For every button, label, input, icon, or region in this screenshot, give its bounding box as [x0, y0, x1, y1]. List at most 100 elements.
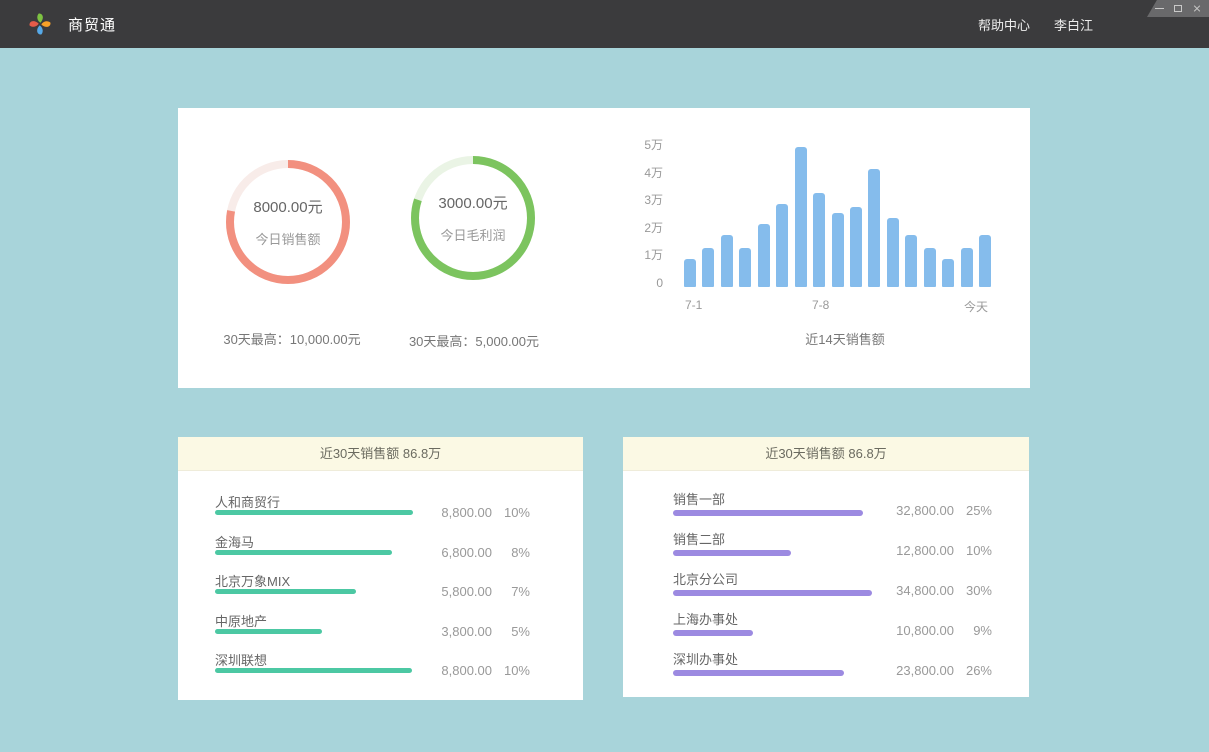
daily-sales-bar	[979, 235, 991, 287]
rank-amount: 10,800.00	[882, 623, 954, 638]
maximize-button[interactable]	[1173, 4, 1183, 14]
rank-row: 深圳联想 8,800.0010%	[178, 647, 583, 687]
rank-label: 深圳联想	[215, 650, 267, 669]
close-icon	[1193, 5, 1201, 13]
rank-bar	[673, 670, 844, 676]
daily-sales-bar	[739, 248, 751, 287]
rank-percent: 25%	[954, 503, 992, 518]
rank-percent: 7%	[492, 584, 530, 599]
customers-panel-title: 近30天销售额 86.8万	[178, 437, 583, 471]
rank-amount: 6,800.00	[420, 545, 492, 560]
rank-label: 销售二部	[673, 529, 725, 548]
rank-label: 北京万象MIX	[215, 571, 290, 590]
user-name[interactable]: 李白江	[1054, 15, 1093, 34]
rank-percent: 26%	[954, 663, 992, 678]
rank-amount: 23,800.00	[882, 663, 954, 678]
y-tick-label: 4万	[613, 166, 663, 180]
minimize-button[interactable]	[1154, 4, 1164, 14]
rank-bar	[215, 510, 413, 515]
bar-chart-title: 近14天销售额	[695, 329, 995, 348]
rank-values: 12,800.0010%	[882, 543, 992, 558]
rank-label: 销售一部	[673, 489, 725, 508]
rank-percent: 10%	[492, 663, 530, 678]
logo-petal	[37, 13, 43, 22]
customers-panel: 近30天销售额 86.8万 人和商贸行8,800.0010%金海马6,800.0…	[178, 437, 583, 700]
daily-sales-bar	[887, 218, 899, 287]
bar-chart-plot	[684, 139, 991, 287]
daily-sales-bar	[702, 248, 714, 287]
minimize-icon	[1155, 8, 1164, 9]
pinwheel-logo-icon	[26, 10, 54, 38]
today-profit-donut: 3000.00元 今日毛利润	[411, 156, 535, 280]
daily-sales-bar	[721, 235, 733, 287]
rank-row: 销售二部 12,800.0010%	[623, 526, 1029, 566]
app-title: 商贸通	[68, 14, 116, 35]
y-tick-label: 0	[613, 276, 663, 290]
today-sales-value: 8000.00元	[253, 196, 322, 217]
rank-row: 人和商贸行 8,800.0010%	[178, 489, 583, 529]
today-sales-caption: 今日销售额	[255, 229, 320, 248]
rank-bar	[215, 550, 392, 555]
rank-amount: 12,800.00	[882, 543, 954, 558]
help-center-link[interactable]: 帮助中心	[978, 15, 1030, 34]
rank-amount: 3,800.00	[420, 624, 492, 639]
departments-panel-title: 近30天销售额 86.8万	[623, 437, 1029, 471]
top-nav: 帮助中心 李白江	[978, 0, 1093, 48]
daily-sales-bar	[924, 248, 936, 287]
rank-values: 3,800.005%	[420, 624, 530, 639]
rank-bar	[215, 629, 322, 634]
rank-values: 10,800.009%	[882, 623, 992, 638]
rank-values: 23,800.0026%	[882, 663, 992, 678]
rank-row: 北京分公司 34,800.0030%	[623, 566, 1029, 606]
rank-amount: 34,800.00	[882, 583, 954, 598]
rank-bar	[215, 589, 356, 594]
departments-rank-list: 销售一部 32,800.0025% 销售二部 12,800.0010% 北京分公司 34,…	[623, 486, 1029, 686]
y-tick-label: 3万	[613, 193, 663, 207]
rank-amount: 8,800.00	[420, 663, 492, 678]
maximize-icon	[1174, 5, 1182, 12]
y-tick-label: 2万	[613, 221, 663, 235]
daily-sales-bar	[795, 147, 807, 287]
rank-amount: 32,800.00	[882, 503, 954, 518]
rank-percent: 8%	[492, 545, 530, 560]
rank-values: 34,800.0030%	[882, 583, 992, 598]
today-profit-caption: 今日毛利润	[440, 225, 505, 244]
rank-label: 深圳办事处	[673, 649, 738, 668]
rank-percent: 30%	[954, 583, 992, 598]
rank-label: 上海办事处	[673, 609, 738, 628]
daily-sales-bar	[832, 213, 844, 287]
close-button[interactable]	[1192, 4, 1202, 14]
x-tick-label: 今天	[964, 298, 988, 315]
rank-amount: 5,800.00	[420, 584, 492, 599]
today-sales-donut: 8000.00元 今日销售额	[226, 160, 350, 284]
rank-values: 5,800.007%	[420, 584, 530, 599]
rank-percent: 9%	[954, 623, 992, 638]
summary-panel: 8000.00元 今日销售额 30天最高：10,000.00元 3000.00元…	[178, 108, 1030, 388]
rank-row: 北京万象MIX 5,800.007%	[178, 568, 583, 608]
logo-petal	[41, 21, 50, 27]
today-profit-value: 3000.00元	[438, 192, 507, 213]
rank-label: 人和商贸行	[215, 492, 280, 511]
y-tick-label: 5万	[613, 138, 663, 152]
rank-amount: 8,800.00	[420, 505, 492, 520]
daily-sales-bar	[961, 248, 973, 287]
customers-rank-list: 人和商贸行8,800.0010%金海马6,800.008%北京万象MIX5,80…	[178, 489, 583, 687]
rank-label: 金海马	[215, 532, 254, 551]
logo-petal	[29, 21, 38, 27]
y-tick-label: 1万	[613, 248, 663, 262]
rank-row: 销售一部 32,800.0025%	[623, 486, 1029, 526]
rank-label: 北京分公司	[673, 569, 738, 588]
rank-percent: 10%	[954, 543, 992, 558]
window-controls	[1147, 0, 1209, 17]
brand: 商贸通	[26, 0, 116, 48]
rank-percent: 10%	[492, 505, 530, 520]
rank-bar	[673, 550, 791, 556]
logo-petal	[37, 25, 43, 34]
daily-sales-bar	[684, 259, 696, 287]
bar-chart-y-axis: 5万 4万 3万 2万 1万 0	[613, 138, 663, 298]
sales-30d-max: 30天最高：10,000.00元	[192, 329, 392, 348]
rank-values: 6,800.008%	[420, 545, 530, 560]
daily-sales-bar	[868, 169, 880, 287]
x-tick-label: 7-8	[812, 298, 829, 312]
rank-row: 中原地产3,800.005%	[178, 608, 583, 648]
